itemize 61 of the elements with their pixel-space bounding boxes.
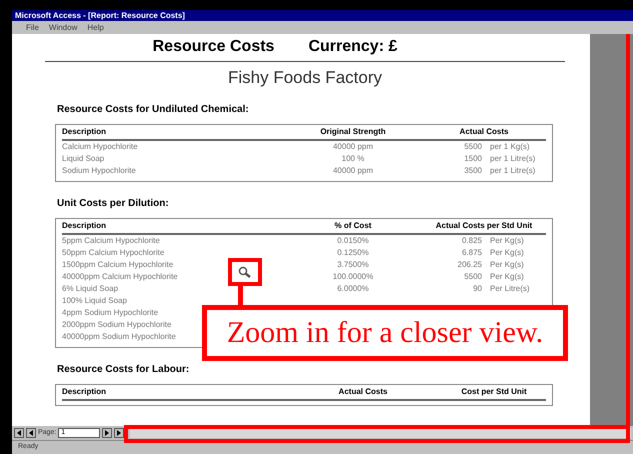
next-page-button[interactable]: [102, 428, 112, 438]
table-cell: Per Kg(s): [490, 259, 524, 271]
table-cell: 40000ppm Sodium Hypochlorite: [62, 332, 176, 341]
section-title: Resource Costs for Undiluted Chemical:: [57, 104, 249, 115]
callout-text: Zoom in for a closer view.: [226, 318, 544, 348]
table-cell: 1500ppm Calcium Hypochlorite: [62, 260, 174, 269]
column-header: Original Strength: [320, 126, 386, 138]
report-title: Resource Costs: [152, 38, 274, 56]
column-header: Actual Costs per Std Unit: [436, 220, 532, 232]
table-cell-text: 90: [472, 283, 482, 295]
table-cell: 40000 ppm: [332, 165, 374, 177]
menu-item[interactable]: Window: [48, 24, 78, 32]
table-cell: Per Kg(s): [490, 271, 524, 283]
window-title: Microsoft Access - [Report: Resource Costs]: [15, 12, 185, 20]
table-cell: 40000 ppm: [332, 141, 374, 153]
table-cell: 0.1250%: [337, 247, 369, 259]
search-icon: [237, 266, 253, 278]
table-cell: Sodium Hypochlorite: [62, 166, 136, 175]
column-header: Cost per Std Unit: [461, 386, 527, 398]
table-cell: Calcium Hypochlorite: [62, 142, 138, 151]
table-cell: per 1 Kg(s): [490, 141, 530, 153]
last-page-button[interactable]: [114, 428, 124, 438]
table-cell: 100% Liquid Soap: [62, 296, 127, 305]
table-cell-text: 206.25: [456, 259, 482, 271]
menu-item[interactable]: File: [26, 24, 39, 32]
table-cell: 100.0000%: [332, 271, 374, 283]
section-title: Resource Costs for Labour:: [57, 364, 190, 375]
table-cell-text: 5500: [463, 141, 482, 153]
table-cell: Liquid Soap: [62, 154, 104, 163]
column-header: % of Cost: [334, 220, 372, 232]
table-cell: 5ppm Calcium Hypochlorite: [62, 236, 160, 245]
column-header: Actual Costs: [460, 126, 508, 138]
column-header: Description: [62, 220, 106, 232]
menu-item[interactable]: Help: [87, 24, 104, 32]
table-cell: 3.7500%: [337, 259, 369, 271]
table-cell: per 1 Litre(s): [490, 153, 536, 165]
table-cell: 50ppm Calcium Hypochlorite: [62, 248, 164, 257]
table-cell: 6.0000%: [337, 283, 369, 295]
table-cell-text: 1500: [463, 153, 482, 165]
table-cell: per 1 Litre(s): [490, 165, 536, 177]
table-cell: Per Litre(s): [490, 283, 530, 295]
table-cell: Per Kg(s): [490, 235, 524, 247]
company-name: Fishy Foods Factory: [228, 68, 382, 88]
table-cell: 6% Liquid Soap: [62, 284, 118, 293]
table-cell-text: 6.875: [460, 247, 482, 259]
table-cell: 0.0150%: [337, 235, 369, 247]
table-cell: Per Kg(s): [490, 247, 524, 259]
currency-label: Currency: £: [308, 38, 398, 56]
table-cell: 40000ppm Calcium Hypochlorite: [62, 272, 178, 281]
first-page-button[interactable]: [14, 428, 24, 438]
column-header: Description: [62, 126, 106, 138]
section-title: Unit Costs per Dilution:: [57, 198, 169, 209]
table-cell-text: 5500: [463, 271, 482, 283]
table-cell: 4ppm Sodium Hypochlorite: [62, 308, 158, 317]
previous-page-button[interactable]: [26, 428, 36, 438]
table-cell-text: 3500: [463, 165, 482, 177]
table-cell: 100 %: [342, 153, 364, 165]
table-cell-text: 0.825: [460, 235, 482, 247]
table-cell: 2000ppm Sodium Hypochlorite: [62, 320, 172, 329]
column-header: Description: [62, 386, 106, 398]
column-header: Actual Costs: [338, 386, 388, 398]
